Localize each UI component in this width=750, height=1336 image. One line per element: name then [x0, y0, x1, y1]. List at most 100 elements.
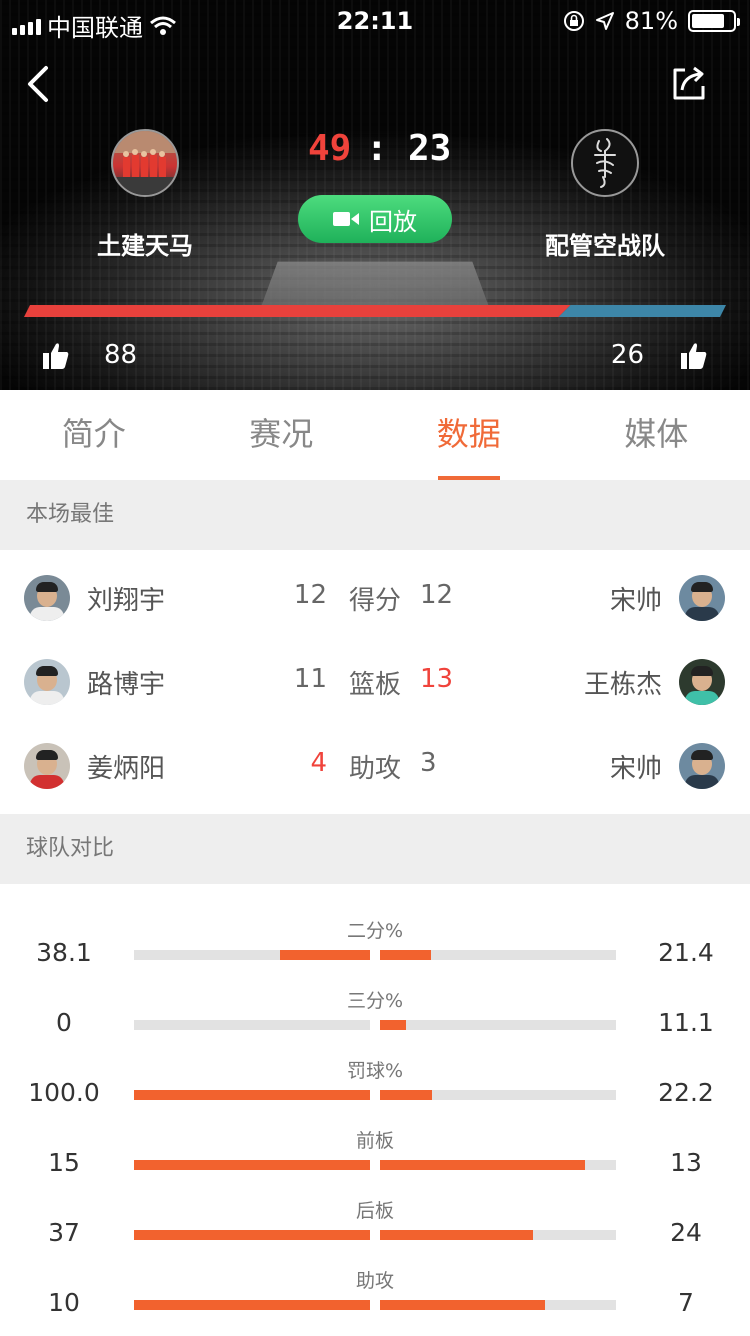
- away-bar-fill: [380, 1090, 432, 1100]
- away-bar-fill: [380, 1160, 585, 1170]
- away-bar-fill: [380, 1300, 545, 1310]
- compare-row-assists: 助攻 10 7: [0, 1266, 750, 1336]
- replay-label: 回放: [369, 202, 417, 237]
- tab-media[interactable]: 媒体: [563, 390, 750, 480]
- left-player-value: 12: [287, 580, 327, 610]
- away-value: 21.4: [636, 938, 736, 967]
- left-player-name[interactable]: 刘翔宇: [87, 580, 165, 617]
- home-value: 100.0: [14, 1078, 114, 1107]
- home-like-thumb-icon[interactable]: [43, 341, 69, 369]
- avatar[interactable]: [679, 575, 725, 621]
- home-bar-fill: [134, 1090, 370, 1100]
- away-bar-fill: [380, 950, 431, 960]
- home-value: 38.1: [14, 938, 114, 967]
- tab-live[interactable]: 赛况: [188, 390, 376, 480]
- right-player-name[interactable]: 宋帅: [610, 748, 662, 785]
- battery-icon: [688, 10, 736, 32]
- away-team-logo[interactable]: [571, 129, 639, 197]
- home-bar-track: [134, 1090, 370, 1100]
- battery-percent: 81%: [625, 7, 678, 35]
- location-arrow-icon: [595, 11, 615, 31]
- home-bar-fill: [280, 950, 370, 960]
- compare-row-ft: 罚球% 100.0 22.2: [0, 1056, 750, 1126]
- left-player-name[interactable]: 姜炳阳: [87, 748, 165, 785]
- away-bar-fill: [380, 1020, 406, 1030]
- away-bar-track: [380, 1160, 616, 1170]
- stat-category: 得分: [340, 580, 410, 617]
- away-like-count: 26: [611, 340, 644, 370]
- right-player-value: 12: [420, 580, 460, 610]
- home-bar-track: [134, 1300, 370, 1310]
- rotation-lock-icon: [563, 10, 585, 32]
- home-bar-track: [134, 1160, 370, 1170]
- away-bar-track: [380, 1230, 616, 1240]
- compare-row-off-reb: 前板 15 13: [0, 1126, 750, 1196]
- replay-button[interactable]: 回放: [298, 195, 452, 243]
- compare-label: 助攻: [300, 1266, 450, 1293]
- home-bar-fill: [134, 1230, 370, 1240]
- home-bar-fill: [134, 1300, 370, 1310]
- away-bar-fill: [380, 1230, 533, 1240]
- compare-label: 二分%: [300, 916, 450, 943]
- status-bar: 中国联通 22:11 81%: [0, 0, 750, 40]
- share-icon[interactable]: [670, 64, 708, 102]
- avatar[interactable]: [24, 659, 70, 705]
- compare-label: 罚球%: [300, 1056, 450, 1083]
- avatar[interactable]: [679, 743, 725, 789]
- home-score: 49: [308, 128, 351, 169]
- tab-stats[interactable]: 数据: [375, 390, 563, 480]
- right-player-value: 13: [420, 664, 460, 694]
- match-header: 中国联通 22:11 81%: [0, 0, 750, 390]
- tab-intro[interactable]: 简介: [0, 390, 188, 480]
- best-row-points: 刘翔宇 12 得分 12 宋帅: [0, 556, 750, 640]
- team-compare-header: 球队对比: [0, 814, 750, 884]
- score-separator: :: [366, 128, 388, 169]
- away-score: 23: [408, 128, 451, 169]
- away-bar-track: [380, 950, 616, 960]
- avatar[interactable]: [679, 659, 725, 705]
- avatar[interactable]: [24, 575, 70, 621]
- home-value: 10: [14, 1288, 114, 1317]
- stat-category: 助攻: [340, 748, 410, 785]
- home-support-bar: [24, 305, 571, 317]
- right-player-name[interactable]: 宋帅: [610, 580, 662, 617]
- away-team-name: 配管空战队: [505, 226, 705, 261]
- away-like-thumb-icon[interactable]: [681, 341, 707, 369]
- away-value: 7: [636, 1288, 736, 1317]
- left-player-value: 11: [287, 664, 327, 694]
- video-camera-icon: [333, 211, 359, 227]
- away-value: 22.2: [636, 1078, 736, 1107]
- arena-court-decoration: [261, 262, 489, 307]
- home-value: 0: [14, 1008, 114, 1037]
- away-bar-track: [380, 1300, 616, 1310]
- home-like-count: 88: [104, 340, 137, 370]
- home-team-logo[interactable]: [111, 129, 179, 197]
- away-bar-track: [380, 1090, 616, 1100]
- best-row-assists: 姜炳阳 4 助攻 3 宋帅: [0, 724, 750, 808]
- home-value: 15: [14, 1148, 114, 1177]
- back-arrow-icon[interactable]: [20, 62, 60, 106]
- compare-row-3pt: 三分% 0 11.1: [0, 986, 750, 1056]
- compare-row-def-reb: 后板 37 24: [0, 1196, 750, 1266]
- home-team-name: 土建天马: [45, 226, 245, 261]
- avatar[interactable]: [24, 743, 70, 789]
- right-player-name[interactable]: 王栋杰: [584, 664, 662, 701]
- compare-label: 三分%: [300, 986, 450, 1013]
- away-value: 13: [636, 1148, 736, 1177]
- compare-row-2pt: 二分% 38.1 21.4: [0, 916, 750, 986]
- left-player-value: 4: [287, 748, 327, 778]
- home-bar-track: [134, 950, 370, 960]
- away-value: 11.1: [636, 1008, 736, 1037]
- away-bar-track: [380, 1020, 616, 1030]
- best-row-rebounds: 路博宇 11 篮板 13 王栋杰: [0, 640, 750, 724]
- away-support-bar: [559, 305, 726, 317]
- home-bar-track: [134, 1020, 370, 1030]
- compare-label: 后板: [300, 1196, 450, 1223]
- best-players-header: 本场最佳: [0, 480, 750, 550]
- left-player-name[interactable]: 路博宇: [87, 664, 165, 701]
- home-bar-fill: [134, 1160, 370, 1170]
- tab-bar: 简介 赛况 数据 媒体: [0, 390, 750, 480]
- home-value: 37: [14, 1218, 114, 1247]
- compare-label: 前板: [300, 1126, 450, 1153]
- right-player-value: 3: [420, 748, 460, 778]
